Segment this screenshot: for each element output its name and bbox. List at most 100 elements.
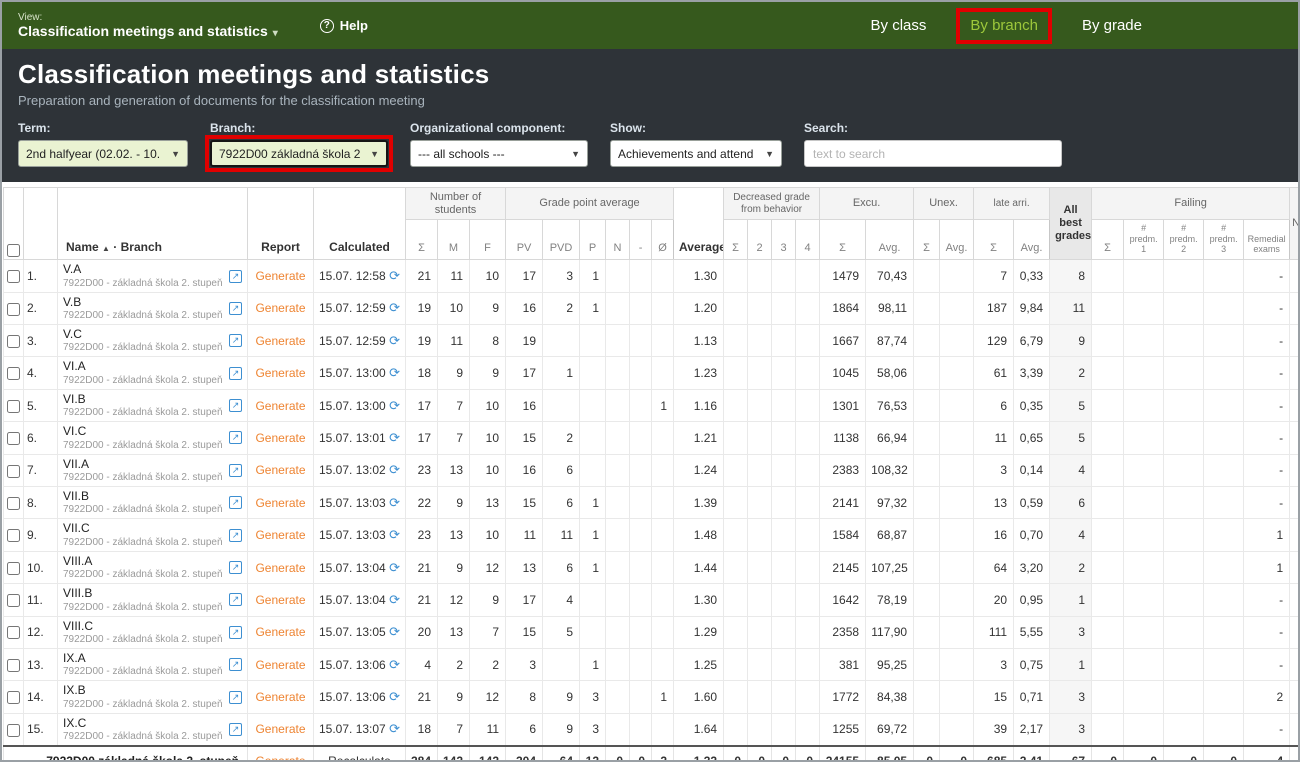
generate-link[interactable]: Generate	[255, 690, 305, 704]
cell-behavior-total	[724, 357, 748, 389]
generate-link[interactable]: Generate	[255, 722, 305, 736]
cell-average: 1.25	[674, 649, 724, 681]
nav-by-branch[interactable]: By branch	[970, 17, 1038, 34]
generate-link[interactable]: Generate	[255, 463, 305, 477]
refresh-icon[interactable]: ⟳	[389, 462, 400, 477]
external-link-icon[interactable]: ↗	[229, 529, 242, 542]
refresh-icon[interactable]: ⟳	[389, 365, 400, 380]
cell-excused-avg: 87,74	[866, 325, 914, 357]
group-number-of-students: Number of students	[406, 188, 506, 220]
row-checkbox[interactable]	[7, 400, 20, 413]
refresh-icon[interactable]: ⟳	[389, 333, 400, 348]
generate-link[interactable]: Generate	[255, 625, 305, 639]
generate-link[interactable]: Generate	[255, 528, 305, 542]
cell-remedial-exams: -	[1244, 584, 1290, 616]
row-checkbox[interactable]	[7, 691, 20, 704]
row-checkbox[interactable]	[7, 529, 20, 542]
class-branch: 7922D00 - základná škola 2. stupeň	[63, 342, 223, 354]
cell-unexcused-avg	[940, 292, 974, 324]
help-button[interactable]: ? Help	[320, 18, 368, 33]
row-number: 9.	[24, 519, 58, 551]
row-checkbox[interactable]	[7, 465, 20, 478]
generate-link[interactable]: Generate	[255, 269, 305, 283]
cell-all-best-grades: 2	[1050, 357, 1092, 389]
calculated-cell: 15.07. 13:05 ⟳	[314, 616, 406, 648]
cell-unexcused-total	[914, 357, 940, 389]
refresh-icon[interactable]: ⟳	[389, 721, 400, 736]
refresh-icon[interactable]: ⟳	[389, 592, 400, 607]
external-link-icon[interactable]: ↗	[229, 561, 242, 574]
row-checkbox[interactable]	[7, 303, 20, 316]
cell-students-male: 2	[438, 649, 470, 681]
external-link-icon[interactable]: ↗	[229, 691, 242, 704]
row-checkbox[interactable]	[7, 497, 20, 510]
generate-link[interactable]: Generate	[255, 399, 305, 413]
row-checkbox[interactable]	[7, 432, 20, 445]
org-component-select[interactable]: --- all schools --- ▼	[410, 140, 588, 167]
external-link-icon[interactable]: ↗	[229, 626, 242, 639]
subheader-unexcused-avg: Avg.	[940, 220, 974, 260]
generate-link[interactable]: Generate	[255, 658, 305, 672]
branch-select[interactable]: 7922D00 základná škola 2 ▼	[210, 140, 388, 167]
external-link-icon[interactable]: ↗	[229, 334, 242, 347]
view-selector[interactable]: View: Classification meetings and statis…	[18, 12, 278, 40]
calculated-cell: 15.07. 12:59 ⟳	[314, 292, 406, 324]
calculated-cell: 15.07. 13:04 ⟳	[314, 584, 406, 616]
refresh-icon[interactable]: ⟳	[389, 560, 400, 575]
external-link-icon[interactable]: ↗	[229, 496, 242, 509]
select-all-checkbox[interactable]	[7, 244, 20, 257]
external-link-icon[interactable]: ↗	[229, 367, 242, 380]
generate-link[interactable]: Generate	[255, 496, 305, 510]
row-checkbox[interactable]	[7, 626, 20, 639]
footer-cell-all-best-grades: 67	[1050, 746, 1092, 762]
calculated-cell: 15.07. 13:04 ⟳	[314, 551, 406, 583]
refresh-icon[interactable]: ⟳	[389, 657, 400, 672]
footer-recalculate-link[interactable]: Recalculate	[314, 746, 406, 762]
generate-link[interactable]: Generate	[255, 301, 305, 315]
refresh-icon[interactable]: ⟳	[389, 430, 400, 445]
generate-link[interactable]: Generate	[255, 431, 305, 445]
nav-by-grade[interactable]: By grade	[1082, 17, 1142, 34]
refresh-icon[interactable]: ⟳	[389, 398, 400, 413]
external-link-icon[interactable]: ↗	[229, 593, 242, 606]
cell-students-female: 12	[470, 551, 506, 583]
row-checkbox[interactable]	[7, 335, 20, 348]
show-select[interactable]: Achievements and attend ▼	[610, 140, 782, 167]
generate-link[interactable]: Generate	[255, 334, 305, 348]
term-select[interactable]: 2nd halfyear (02.02. - 10. ▼	[18, 140, 188, 167]
cell-behavior-total	[724, 454, 748, 486]
show-select-value: Achievements and attend	[618, 147, 753, 161]
row-checkbox[interactable]	[7, 562, 20, 575]
refresh-icon[interactable]: ⟳	[389, 495, 400, 510]
refresh-icon[interactable]: ⟳	[389, 689, 400, 704]
view-dropdown[interactable]: Classification meetings and statistics▾	[18, 23, 278, 40]
row-number: 15.	[24, 713, 58, 746]
generate-link[interactable]: Generate	[255, 593, 305, 607]
nav-by-class[interactable]: By class	[871, 17, 927, 34]
search-input[interactable]	[804, 140, 1062, 167]
external-link-icon[interactable]: ↗	[229, 270, 242, 283]
refresh-icon[interactable]: ⟳	[389, 300, 400, 315]
row-checkbox[interactable]	[7, 594, 20, 607]
row-checkbox[interactable]	[7, 367, 20, 380]
cell-cut-off	[1290, 454, 1300, 486]
generate-link[interactable]: Generate	[255, 366, 305, 380]
row-checkbox[interactable]	[7, 659, 20, 672]
external-link-icon[interactable]: ↗	[229, 658, 242, 671]
footer-generate-link[interactable]: Generate	[255, 754, 305, 762]
external-link-icon[interactable]: ↗	[229, 431, 242, 444]
row-checkbox[interactable]	[7, 270, 20, 283]
external-link-icon[interactable]: ↗	[229, 399, 242, 412]
generate-link[interactable]: Generate	[255, 561, 305, 575]
refresh-icon[interactable]: ⟳	[389, 527, 400, 542]
cell-failing-1-subject	[1124, 357, 1164, 389]
external-link-icon[interactable]: ↗	[229, 723, 242, 736]
external-link-icon[interactable]: ↗	[229, 464, 242, 477]
cell-behavior-4	[796, 713, 820, 746]
name-branch-header[interactable]: Name ▲ · Branch	[58, 188, 248, 260]
refresh-icon[interactable]: ⟳	[389, 268, 400, 283]
refresh-icon[interactable]: ⟳	[389, 624, 400, 639]
external-link-icon[interactable]: ↗	[229, 302, 242, 315]
row-number: 5.	[24, 389, 58, 421]
row-checkbox[interactable]	[7, 724, 20, 737]
